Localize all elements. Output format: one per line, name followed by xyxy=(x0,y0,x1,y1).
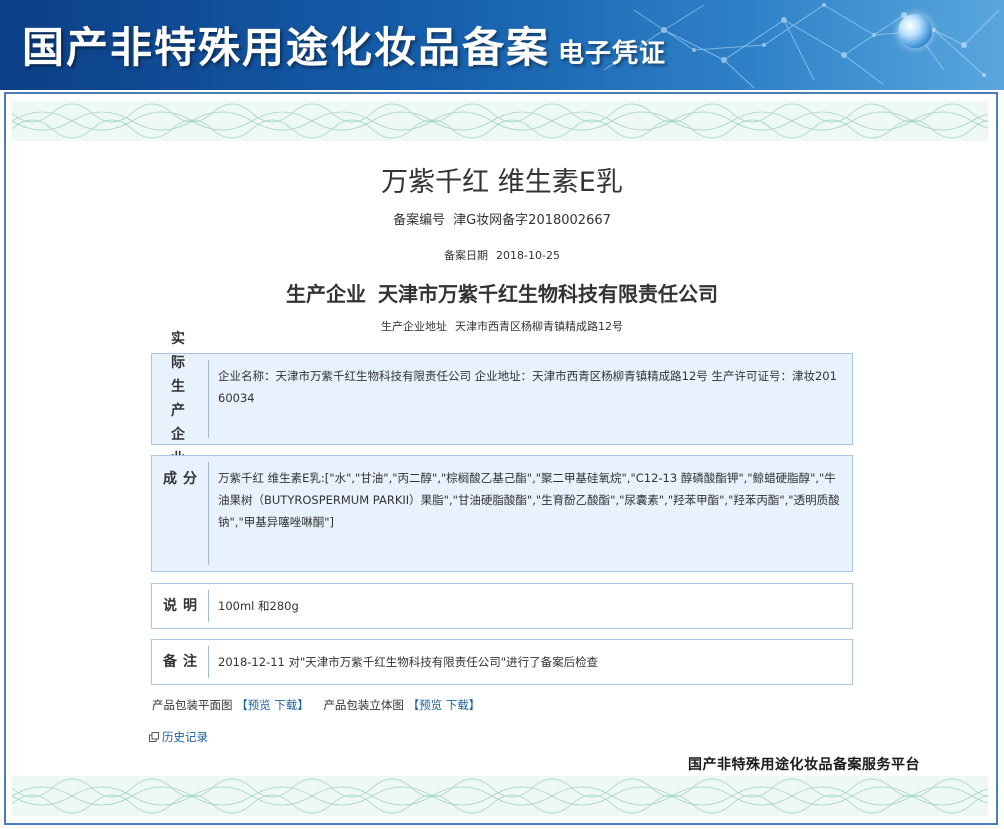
bracket-close: 】 xyxy=(297,698,309,712)
bracket-open: 【 xyxy=(407,698,420,712)
address-line: 生产企业地址 天津市西青区杨柳青镇精成路12号 xyxy=(0,318,1004,334)
record-number-line: 备案编号 津G妆网备字2018002667 xyxy=(0,209,1004,228)
actual-manufacturer-label: 实际生产企业 xyxy=(171,331,189,467)
record-date-line: 备案日期 2018-10-25 xyxy=(0,247,1004,263)
remarks-label: 备注 xyxy=(163,653,203,670)
flat-preview-link[interactable]: 预览 xyxy=(248,698,271,712)
solid-download-link[interactable]: 下载 xyxy=(446,698,469,712)
solid-preview-link[interactable]: 预览 xyxy=(419,698,442,712)
ingredients-text: 万紫千红 维生素E乳:["水","甘油","丙二醇","棕榈酸乙基己酯","聚二… xyxy=(218,471,840,529)
page-subtitle: 电子凭证 xyxy=(558,39,667,69)
address-label: 生产企业地址 xyxy=(381,320,447,333)
bracket-close: 】 xyxy=(468,698,481,712)
flat-package-label: 产品包装平面图 xyxy=(152,698,233,712)
external-window-icon xyxy=(149,732,159,742)
address-value: 天津市西青区杨柳青镇精成路12号 xyxy=(455,320,623,333)
solid-package-label: 产品包装立体图 xyxy=(323,698,404,712)
guilloche-border-top xyxy=(12,101,988,141)
history-link[interactable]: 历史记录 xyxy=(149,729,208,745)
box-divider xyxy=(208,590,209,622)
box-divider xyxy=(208,462,209,565)
product-name: 万紫千红 维生素E乳 xyxy=(381,167,623,198)
orb-decoration xyxy=(898,14,932,48)
description-text: 100ml 和280g xyxy=(218,599,299,613)
description-label: 说明 xyxy=(163,597,203,614)
guilloche-border-bottom xyxy=(12,776,988,816)
manufacturer-line: 生产企业 天津市万紫千红生物科技有限责任公司 xyxy=(0,278,1004,307)
ingredients-label: 成分 xyxy=(163,470,203,487)
flat-download-link[interactable]: 下载 xyxy=(274,698,297,712)
record-number-value: 津G妆网备字2018002667 xyxy=(453,213,611,228)
description-box: 说明 100ml 和280g xyxy=(151,583,853,629)
remarks-text: 2018-12-11 对"天津市万紫千红生物科技有限责任公司"进行了备案后检查 xyxy=(218,655,599,669)
box-divider xyxy=(208,360,209,438)
actual-manufacturer-box: 实际生产企业 企业名称：天津市万紫千红生物科技有限责任公司 企业地址：天津市西青… xyxy=(151,331,853,467)
manufacturer-value: 天津市万紫千红生物科技有限责任公司 xyxy=(378,282,718,306)
record-number-label: 备案编号 xyxy=(393,213,446,228)
box-divider xyxy=(208,646,209,678)
history-label: 历史记录 xyxy=(162,730,208,744)
ingredients-box: 成分 万紫千红 维生素E乳:["水","甘油","丙二醇","棕榈酸乙基己酯",… xyxy=(151,455,853,572)
bracket-open: 【 xyxy=(236,698,248,712)
remarks-box: 备注 2018-12-11 对"天津市万紫千红生物科技有限责任公司"进行了备案后… xyxy=(151,639,853,685)
actual-manufacturer-text: 企业名称：天津市万紫千红生物科技有限责任公司 企业地址：天津市西青区杨柳青镇精成… xyxy=(218,369,837,405)
manufacturer-label: 生产企业 xyxy=(286,282,366,306)
record-date-value: 2018-10-25 xyxy=(496,249,560,262)
record-date-label: 备案日期 xyxy=(444,249,489,262)
packaging-links: 产品包装平面图 【预览 下载】 产品包装立体图 【预览 下载】 xyxy=(152,697,480,713)
page-title: 国产非特殊用途化妆品备案 xyxy=(22,23,551,72)
header-banner: 国产非特殊用途化妆品备案 电子凭证 xyxy=(0,0,1004,90)
platform-name: 国产非特殊用途化妆品备案服务平台 xyxy=(688,757,920,773)
